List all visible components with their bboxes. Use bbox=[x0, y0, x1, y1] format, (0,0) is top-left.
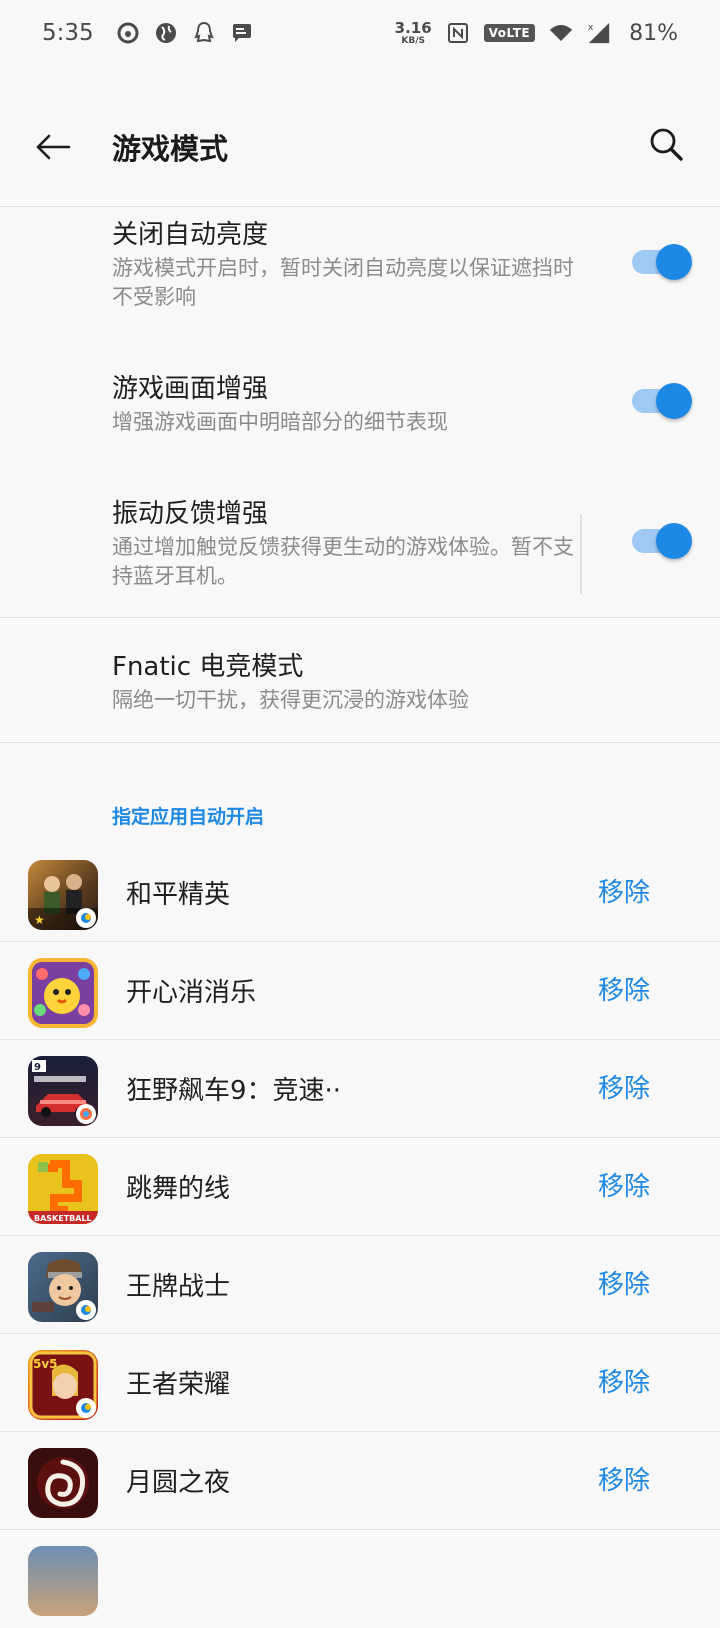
browser-globe-icon bbox=[154, 21, 178, 45]
remove-button[interactable]: 移除 bbox=[598, 970, 650, 1007]
happy-match-app-icon bbox=[28, 958, 98, 1028]
haptic-enhance-toggle[interactable] bbox=[632, 523, 692, 559]
app-name: 王者荣耀 bbox=[126, 1370, 231, 1400]
list-item: 开心消消乐 移除 bbox=[0, 942, 720, 1040]
arrow-left-icon bbox=[35, 133, 71, 165]
toggle-knob bbox=[656, 244, 692, 280]
setting-description: 增强游戏画面中明暗部分的细节表现 bbox=[112, 410, 448, 434]
app-name: 月圆之夜 bbox=[126, 1468, 231, 1498]
ace-soldier-app-icon bbox=[28, 1252, 98, 1322]
network-speed-value: 3.16 bbox=[394, 18, 432, 37]
remove-button[interactable]: 移除 bbox=[598, 1460, 650, 1497]
svg-text:9: 9 bbox=[34, 1062, 41, 1073]
remove-button[interactable]: 移除 bbox=[598, 872, 650, 909]
vertical-separator bbox=[580, 514, 582, 594]
remove-button[interactable]: 移除 bbox=[598, 1068, 650, 1105]
section-title: 指定应用自动开启 bbox=[112, 806, 265, 828]
qq-penguin-icon bbox=[192, 21, 216, 45]
app-name: 王牌战士 bbox=[126, 1272, 231, 1302]
svg-text:5v5: 5v5 bbox=[33, 1357, 58, 1371]
page-title: 游戏模式 bbox=[112, 132, 229, 166]
status-time: 5:35 bbox=[42, 20, 94, 46]
remove-button[interactable]: 移除 bbox=[598, 1264, 650, 1301]
list-item: ★ 和平精英 移除 bbox=[0, 844, 720, 942]
honor-of-kings-app-icon: 5v5 bbox=[28, 1350, 98, 1420]
tencent-badge-icon bbox=[76, 1300, 96, 1320]
game-center-badge-icon bbox=[76, 1104, 96, 1124]
setting-fnatic-mode[interactable]: Fnatic 电竞模式 隔绝一切干扰，获得更沉浸的游戏体验 bbox=[0, 648, 720, 715]
tencent-badge-icon bbox=[76, 1398, 96, 1418]
svg-text:BASKETBALL: BASKETBALL bbox=[34, 1214, 92, 1223]
status-bar: 5:35 3.16 KB/S VoLTE x 81% bbox=[0, 0, 720, 66]
nfc-icon bbox=[446, 21, 470, 45]
list-item bbox=[0, 1530, 720, 1628]
toggle-knob bbox=[656, 523, 692, 559]
setting-title: 振动反馈增强 bbox=[112, 499, 269, 529]
app-name: 跳舞的线 bbox=[126, 1174, 231, 1204]
list-item: BASKETBALL 跳舞的线 移除 bbox=[0, 1138, 720, 1236]
status-bar-right: 3.16 KB/S VoLTE x 81% bbox=[394, 18, 678, 46]
partial-app-icon bbox=[28, 1546, 98, 1616]
setting-description: 游戏模式开启时，暂时关闭自动亮度以保证遮挡时不受影响 bbox=[112, 256, 574, 309]
setting-picture-enhance[interactable]: 游戏画面增强 增强游戏画面中明暗部分的细节表现 bbox=[0, 370, 720, 437]
svg-text:★: ★ bbox=[34, 913, 45, 927]
search-icon bbox=[647, 125, 687, 169]
tencent-badge-icon bbox=[76, 908, 96, 928]
status-bar-left: 5:35 bbox=[42, 20, 254, 46]
list-item: 月圆之夜 移除 bbox=[0, 1432, 720, 1530]
app-name: 开心消消乐 bbox=[126, 978, 257, 1008]
list-item: 9 狂野飙车9：竞速·· 移除 bbox=[0, 1040, 720, 1138]
pubg-app-icon: ★ bbox=[28, 860, 98, 930]
cellular-signal-icon: x bbox=[587, 21, 611, 45]
auto-brightness-toggle[interactable] bbox=[632, 244, 692, 280]
search-button[interactable] bbox=[642, 122, 692, 172]
app-bar: 游戏模式 bbox=[0, 92, 720, 206]
list-item: 王牌战士 移除 bbox=[0, 1236, 720, 1334]
network-speed: 3.16 KB/S bbox=[394, 18, 432, 46]
toggle-knob bbox=[656, 383, 692, 419]
network-speed-unit: KB/S bbox=[401, 35, 425, 46]
setting-description: 通过增加触觉反馈获得更生动的游戏体验。暂不支持蓝牙耳机。 bbox=[112, 535, 574, 588]
wifi-icon bbox=[549, 21, 573, 45]
setting-title: Fnatic 电竞模式 bbox=[112, 652, 304, 682]
back-button[interactable] bbox=[30, 126, 76, 172]
setting-haptic-enhance[interactable]: 振动反馈增强 通过增加触觉反馈获得更生动的游戏体验。暂不支持蓝牙耳机。 bbox=[0, 495, 720, 591]
svg-text:x: x bbox=[588, 22, 594, 33]
remove-button[interactable]: 移除 bbox=[598, 1166, 650, 1203]
setting-description: 隔绝一切干扰，获得更沉浸的游戏体验 bbox=[112, 688, 469, 712]
dancing-line-app-icon: BASKETBALL bbox=[28, 1154, 98, 1224]
netease-music-icon bbox=[116, 21, 140, 45]
picture-enhance-toggle[interactable] bbox=[632, 383, 692, 419]
app-name: 和平精英 bbox=[126, 880, 231, 910]
app-name: 狂野飙车9：竞速·· bbox=[126, 1076, 342, 1106]
settings-divider bbox=[0, 617, 720, 618]
remove-button[interactable]: 移除 bbox=[598, 1362, 650, 1399]
message-icon bbox=[230, 21, 254, 45]
setting-auto-brightness[interactable]: 关闭自动亮度 游戏模式开启时，暂时关闭自动亮度以保证遮挡时不受影响 bbox=[0, 216, 720, 312]
header-divider bbox=[0, 206, 720, 207]
full-moon-night-app-icon bbox=[28, 1448, 98, 1518]
section-divider bbox=[0, 742, 720, 743]
asphalt-app-icon: 9 bbox=[28, 1056, 98, 1126]
volte-badge: VoLTE bbox=[483, 24, 536, 42]
setting-title: 游戏画面增强 bbox=[112, 374, 269, 404]
setting-title: 关闭自动亮度 bbox=[112, 220, 269, 250]
battery-level: 81% bbox=[629, 20, 678, 46]
list-item: 5v5 王者荣耀 移除 bbox=[0, 1334, 720, 1432]
